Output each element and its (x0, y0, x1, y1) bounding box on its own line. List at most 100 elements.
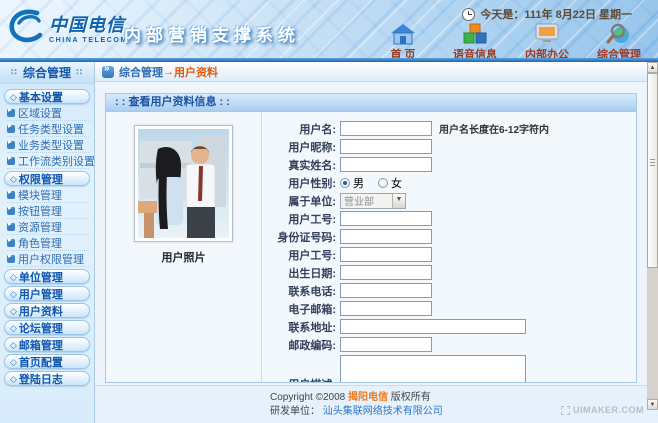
admin-magnifier-icon (606, 23, 632, 45)
chevron-down-icon[interactable] (392, 194, 405, 208)
real-name-input[interactable] (340, 157, 432, 172)
zip-code-label: 邮政编码: (262, 337, 340, 353)
breadcrumb-section[interactable]: 综合管理 (119, 64, 163, 80)
sidebar-group-用户管理[interactable]: 用户管理 (4, 286, 90, 301)
copyright-text: Copyright ©2008 (270, 392, 345, 403)
nickname-input[interactable] (340, 139, 432, 154)
menu-label: 用户权限管理 (18, 251, 84, 267)
username-hint: 用户名长度在6-12字符内 (439, 121, 549, 136)
dev-company-link[interactable]: 汕头集联网络技术有限公司 (323, 406, 443, 417)
sidebar-group-基本设置[interactable]: 基本设置 (4, 89, 90, 104)
menu-label: 用户资料 (19, 303, 63, 319)
gender-option-女[interactable]: 女 (378, 175, 402, 191)
scrollbar-thumb[interactable] (647, 73, 658, 268)
sidebar-group-邮箱管理[interactable]: 邮箱管理 (4, 337, 90, 352)
scroll-down-button[interactable] (647, 399, 658, 410)
diamond-icon (10, 356, 19, 368)
home-icon (390, 23, 416, 45)
radio-icon[interactable] (340, 178, 350, 188)
unit-label: 属于单位: (262, 193, 340, 209)
arrow-bullet-icon (7, 141, 15, 149)
sidebar-group-权限管理[interactable]: 权限管理 (4, 171, 90, 186)
arrow-bullet-icon (7, 157, 15, 165)
main-area: 综合管理 → 用户资料 : : 查看用户资料信息 : : (95, 62, 658, 423)
sidebar-group-论坛管理[interactable]: 论坛管理 (4, 320, 90, 335)
footer: Copyright ©2008 揭阳电信 版权所有 研发单位： 汕头集联网络技术… (95, 385, 658, 423)
username-input[interactable] (340, 121, 432, 136)
menu-label: 工作流类别设置 (18, 153, 95, 169)
brand-logo: 中国电信 CHINA TELECOM (7, 7, 128, 47)
nav-label: 内部办公 (516, 46, 578, 58)
phone-label: 联系电话: (262, 283, 340, 299)
email-label: 电子邮箱: (262, 301, 340, 317)
diamond-icon (10, 322, 19, 334)
menu-label: 按钮管理 (18, 203, 62, 219)
nav-label: 语音信息 (444, 46, 506, 58)
date-display: 今天是：111年 8月22日 星期一 (462, 6, 632, 22)
sidebar-item-区域设置[interactable]: 区域设置 (7, 106, 89, 121)
radio-label: 女 (391, 175, 402, 191)
diamond-icon (10, 271, 19, 283)
form-row-work-id: 用户工号: (262, 211, 636, 226)
diamond-icon (10, 339, 19, 351)
nav-item-voice-info[interactable]: 语音信息 (444, 23, 506, 58)
sidebar-item-角色管理[interactable]: 角色管理 (7, 236, 89, 251)
sidebar-item-用户权限管理[interactable]: 用户权限管理 (7, 252, 89, 267)
gender-option-男[interactable]: 男 (340, 175, 364, 191)
sidebar-group-单位管理[interactable]: 单位管理 (4, 269, 90, 284)
birth-date-input[interactable] (340, 265, 432, 280)
nav-item-admin[interactable]: 综合管理 (588, 23, 650, 58)
sidebar-item-资源管理[interactable]: 资源管理 (7, 220, 89, 235)
work-id-2-label: 用户工号: (262, 247, 340, 263)
breadcrumb-current: 用户资料 (174, 64, 218, 80)
nickname-label: 用户昵称: (262, 139, 340, 155)
work-id-2-input[interactable] (340, 247, 432, 262)
user-form: 用户名:用户名长度在6-12字符内用户昵称:真实姓名:用户性别:男女属于单位:营… (262, 112, 636, 383)
description-textarea[interactable] (340, 355, 526, 383)
arrow-bullet-icon (7, 109, 15, 117)
menu-label: 角色管理 (18, 235, 62, 251)
sidebar-item-工作流类别设置[interactable]: 工作流类别设置 (7, 154, 89, 169)
sidebar-item-按钮管理[interactable]: 按钮管理 (7, 204, 89, 219)
vertical-scrollbar[interactable] (647, 62, 658, 410)
panel-title: : : 查看用户资料信息 : : (106, 94, 636, 112)
logo-en-text: CHINA TELECOM (49, 37, 128, 44)
sidebar-item-业务类型设置[interactable]: 业务类型设置 (7, 138, 89, 153)
diamond-icon (10, 288, 19, 300)
form-row-address: 联系地址: (262, 319, 636, 334)
form-row-description: 用户描述: (262, 355, 636, 383)
sidebar-group-用户资料[interactable]: 用户资料 (4, 303, 90, 318)
watermark-text: UIMAKER.COM (573, 405, 644, 415)
nav-item-home[interactable]: 首 页 (372, 23, 434, 58)
form-row-birth-date: 出生日期: (262, 265, 636, 280)
menu-label: 资源管理 (18, 219, 62, 235)
id-card-input[interactable] (340, 229, 432, 244)
diamond-icon (10, 173, 19, 185)
menu-label: 邮箱管理 (19, 337, 63, 353)
radio-icon[interactable] (378, 178, 388, 188)
work-id-input[interactable] (340, 211, 432, 226)
nav-item-internal-office[interactable]: 内部办公 (516, 23, 578, 58)
email-input[interactable] (340, 301, 432, 316)
form-row-unit: 属于单位:营业部 (262, 193, 636, 208)
nav-label: 首 页 (372, 46, 434, 58)
logo-cn-text: 中国电信 (49, 11, 128, 37)
sidebar-group-登陆日志[interactable]: 登陆日志 (4, 371, 90, 386)
id-card-label: 身份证号码: (262, 229, 340, 245)
address-input[interactable] (340, 319, 526, 334)
arrow-bullet-icon (7, 255, 15, 263)
arrow-bullet-icon (7, 125, 15, 133)
zip-code-input[interactable] (340, 337, 432, 352)
sidebar-menu: 基本设置区域设置任务类型设置业务类型设置工作流类别设置权限管理模块管理按钮管理资… (0, 84, 94, 390)
sidebar-item-模块管理[interactable]: 模块管理 (7, 188, 89, 203)
china-telecom-logo-icon (7, 7, 47, 47)
sidebar-group-首页配置[interactable]: 首页配置 (4, 354, 90, 369)
unit-select[interactable]: 营业部 (340, 193, 406, 209)
menu-label: 任务类型设置 (18, 121, 84, 137)
scroll-up-button[interactable] (647, 62, 658, 73)
sidebar-item-任务类型设置[interactable]: 任务类型设置 (7, 122, 89, 137)
phone-input[interactable] (340, 283, 432, 298)
username-label: 用户名: (262, 121, 340, 137)
photo-column: 用户照片 (106, 112, 262, 383)
dev-label: 研发单位： (270, 406, 320, 417)
